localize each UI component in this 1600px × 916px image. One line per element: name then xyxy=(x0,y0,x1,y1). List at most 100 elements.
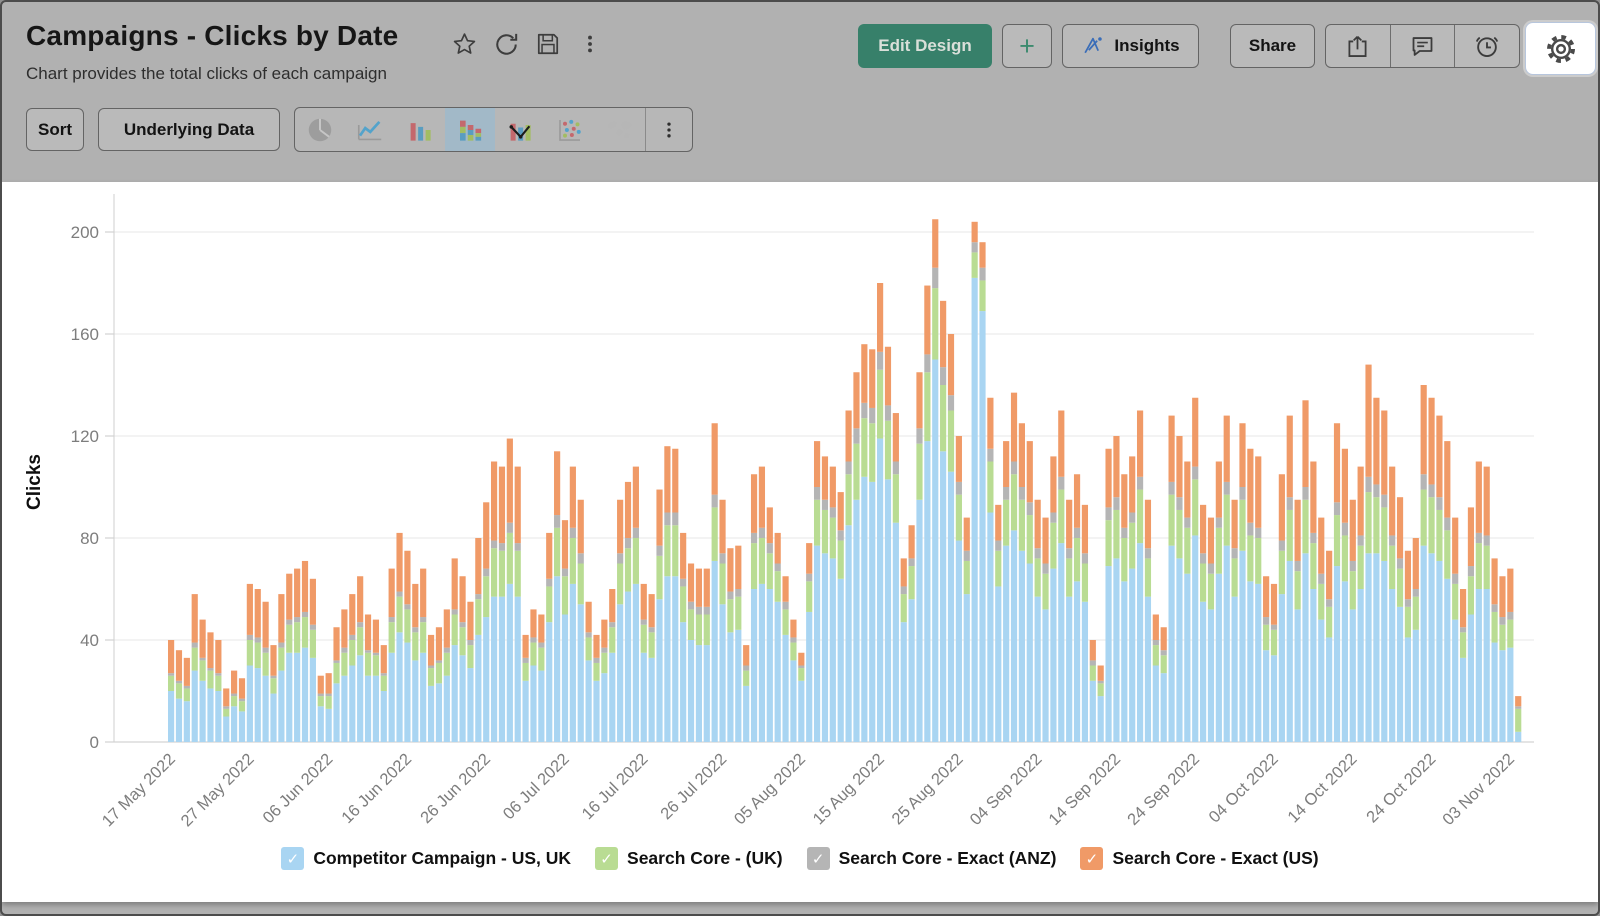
bar-segment[interactable] xyxy=(1365,492,1371,553)
bar-segment[interactable] xyxy=(570,538,576,584)
bar-segment[interactable] xyxy=(207,671,213,689)
bar-segment[interactable] xyxy=(586,637,592,660)
bar-segment[interactable] xyxy=(964,551,970,561)
bar-segment[interactable] xyxy=(822,510,828,553)
bar-segment[interactable] xyxy=(704,645,710,742)
insights-button[interactable]: Insights xyxy=(1062,24,1199,68)
bar-segment[interactable] xyxy=(389,653,395,742)
bar-segment[interactable] xyxy=(735,597,741,630)
bar-segment[interactable] xyxy=(515,467,521,543)
bar-segment[interactable] xyxy=(948,334,954,395)
bar-segment[interactable] xyxy=(278,594,284,642)
bar-segment[interactable] xyxy=(822,456,828,499)
bar-segment[interactable] xyxy=(381,676,387,691)
bar-segment[interactable] xyxy=(263,653,269,676)
bar-segment[interactable] xyxy=(909,566,915,599)
bar-stack[interactable] xyxy=(357,576,363,742)
bar-segment[interactable] xyxy=(530,666,536,743)
bar-segment[interactable] xyxy=(1121,528,1127,538)
bar-segment[interactable] xyxy=(436,663,442,683)
bar-segment[interactable] xyxy=(310,625,316,630)
bar-segment[interactable] xyxy=(507,523,513,533)
bar-segment[interactable] xyxy=(381,691,387,742)
bar-stack[interactable] xyxy=(1389,467,1395,742)
bar-segment[interactable] xyxy=(1318,574,1324,584)
bar-segment[interactable] xyxy=(239,678,245,698)
bar-segment[interactable] xyxy=(1255,584,1261,742)
bar-segment[interactable] xyxy=(593,681,599,742)
bar-segment[interactable] xyxy=(893,413,899,461)
bar-segment[interactable] xyxy=(1168,482,1174,495)
bar-segment[interactable] xyxy=(349,594,355,635)
bar-segment[interactable] xyxy=(1232,500,1238,548)
bar-segment[interactable] xyxy=(381,645,387,673)
bar-segment[interactable] xyxy=(1484,546,1490,589)
bar-segment[interactable] xyxy=(979,280,985,311)
bar-segment[interactable] xyxy=(641,625,647,653)
bar-segment[interactable] xyxy=(940,301,946,367)
bar-stack[interactable] xyxy=(798,653,804,742)
bar-segment[interactable] xyxy=(1413,538,1419,589)
bar-segment[interactable] xyxy=(940,451,946,742)
bar-segment[interactable] xyxy=(987,513,993,743)
bar-segment[interactable] xyxy=(649,632,655,658)
bar-segment[interactable] xyxy=(790,637,796,642)
bar-segment[interactable] xyxy=(263,676,269,742)
bar-segment[interactable] xyxy=(278,643,284,648)
bar-stack[interactable] xyxy=(1515,696,1521,742)
bar-segment[interactable] xyxy=(601,620,607,648)
bar-segment[interactable] xyxy=(1444,441,1450,517)
bar-segment[interactable] xyxy=(357,655,363,742)
bar-segment[interactable] xyxy=(680,622,686,742)
bar-segment[interactable] xyxy=(1271,625,1277,630)
bar-segment[interactable] xyxy=(1145,558,1151,596)
bar-segment[interactable] xyxy=(538,615,544,643)
bar-stack[interactable] xyxy=(1098,666,1104,743)
legend-item[interactable]: ✓Search Core - (UK) xyxy=(595,847,783,870)
bar-stack[interactable] xyxy=(1121,474,1127,742)
bar-stack[interactable] xyxy=(1105,449,1111,742)
bar-segment[interactable] xyxy=(1350,500,1356,561)
bar-segment[interactable] xyxy=(924,286,930,355)
bar-segment[interactable] xyxy=(1105,520,1111,566)
bar-segment[interactable] xyxy=(1389,546,1395,589)
bar-segment[interactable] xyxy=(759,528,765,538)
bar-segment[interactable] xyxy=(1365,477,1371,492)
bar-segment[interactable] xyxy=(467,645,473,668)
bar-segment[interactable] xyxy=(1019,487,1025,500)
bar-segment[interactable] xyxy=(475,635,481,742)
bar-segment[interactable] xyxy=(1326,551,1332,599)
bar-segment[interactable] xyxy=(782,635,788,742)
bar-stack[interactable] xyxy=(1271,584,1277,742)
bar-segment[interactable] xyxy=(1515,706,1521,709)
bar-segment[interactable] xyxy=(223,706,229,709)
bar-segment[interactable] xyxy=(278,671,284,742)
bar-segment[interactable] xyxy=(176,699,182,742)
bar-stack[interactable] xyxy=(1405,551,1411,742)
bar-segment[interactable] xyxy=(1358,467,1364,536)
bar-segment[interactable] xyxy=(1113,436,1119,497)
bar-stack[interactable] xyxy=(523,635,529,742)
bar-segment[interactable] xyxy=(656,490,662,546)
bar-segment[interactable] xyxy=(814,546,820,742)
alert-icon[interactable] xyxy=(1454,25,1519,67)
bar-segment[interactable] xyxy=(1011,462,1017,475)
bar-segment[interactable] xyxy=(436,660,442,663)
bar-segment[interactable] xyxy=(767,553,773,589)
bar-stack[interactable] xyxy=(459,576,465,742)
bar-segment[interactable] xyxy=(830,518,836,559)
legend-item[interactable]: ✓Search Core - Exact (ANZ) xyxy=(807,847,1057,870)
bar-segment[interactable] xyxy=(1129,456,1135,512)
bar-segment[interactable] xyxy=(1318,518,1324,574)
bar-segment[interactable] xyxy=(1405,599,1411,607)
bar-segment[interactable] xyxy=(333,660,339,663)
bar-segment[interactable] xyxy=(987,462,993,513)
bar-stack[interactable] xyxy=(200,620,206,742)
bar-stack[interactable] xyxy=(1066,500,1072,742)
bar-segment[interactable] xyxy=(1216,574,1222,742)
bar-segment[interactable] xyxy=(830,507,836,517)
bar-segment[interactable] xyxy=(1176,436,1182,497)
bar-segment[interactable] xyxy=(467,668,473,742)
bar-segment[interactable] xyxy=(633,528,639,538)
bar-segment[interactable] xyxy=(515,597,521,742)
